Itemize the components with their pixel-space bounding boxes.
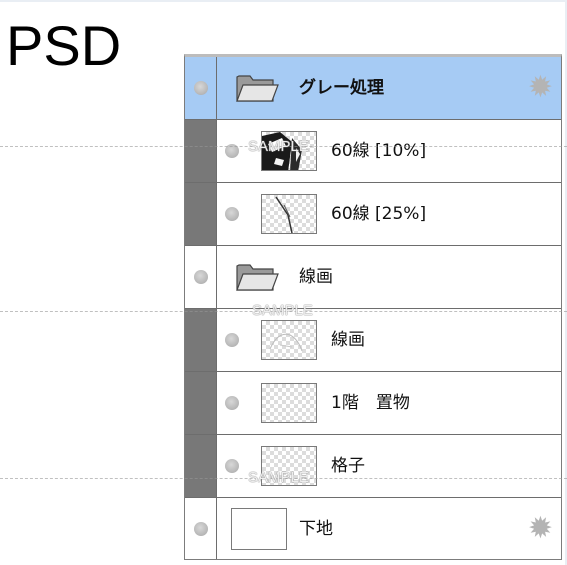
visibility-toggle[interactable]: [194, 270, 208, 284]
layer-row-floor1-objects[interactable]: 1階 置物: [185, 372, 561, 435]
layer-row-lineart-folder[interactable]: 線画: [185, 246, 561, 309]
visibility-toggle[interactable]: [225, 207, 239, 221]
tone-10-thumbnail: [261, 131, 317, 171]
layer-name: グレー処理: [299, 78, 384, 98]
format-title: PSD: [6, 14, 122, 77]
row-divider: [216, 246, 217, 308]
layer-name: 格子: [331, 456, 365, 476]
visibility-toggle[interactable]: [225, 333, 239, 347]
layer-name: 線画: [331, 330, 365, 350]
layer-name: 60線 [10%]: [331, 141, 427, 161]
group-indent-bar: [185, 435, 216, 497]
group-indent-bar: [185, 183, 216, 245]
layer-name: 1階 置物: [331, 393, 410, 413]
layer-name: 下地: [299, 519, 333, 539]
layer-name: 線画: [299, 267, 333, 287]
group-indent-bar: [185, 372, 216, 434]
row-divider: [216, 183, 217, 245]
layers-panel: グレー処理 ✹ 60線 [10%] 60線 [25%] 線画 線画 1階 置物 …: [184, 54, 562, 560]
gear-icon[interactable]: ✹: [528, 514, 553, 544]
image-frame-top: [0, 0, 567, 2]
visibility-toggle[interactable]: [194, 81, 208, 95]
row-divider: [216, 372, 217, 434]
row-divider: [216, 309, 217, 371]
layer-row-lineart[interactable]: 線画: [185, 309, 561, 372]
row-divider: [216, 120, 217, 182]
folder-icon: [236, 264, 279, 291]
group-indent-bar: [185, 120, 216, 182]
layer-row-grey-folder[interactable]: グレー処理 ✹: [185, 57, 561, 120]
row-divider: [216, 435, 217, 497]
visibility-toggle[interactable]: [225, 396, 239, 410]
transparent-thumbnail: [261, 446, 317, 486]
layer-row-tone-25[interactable]: 60線 [25%]: [185, 183, 561, 246]
visibility-toggle[interactable]: [225, 144, 239, 158]
layer-row-tone-10[interactable]: 60線 [10%]: [185, 120, 561, 183]
layer-row-base[interactable]: 下地 ✹: [185, 498, 561, 559]
folder-icon: [236, 75, 279, 102]
gear-icon[interactable]: ✹: [528, 73, 553, 103]
visibility-toggle[interactable]: [194, 522, 208, 536]
layer-row-lattice[interactable]: 格子: [185, 435, 561, 498]
row-divider: [216, 498, 217, 559]
white-thumbnail: [231, 508, 287, 550]
transparent-thumbnail: [261, 383, 317, 423]
group-indent-bar: [185, 309, 216, 371]
layer-name: 60線 [25%]: [331, 204, 427, 224]
lineart-thumbnail: [261, 320, 317, 360]
tone-25-thumbnail: [261, 194, 317, 234]
row-divider: [216, 57, 217, 119]
visibility-toggle[interactable]: [225, 459, 239, 473]
